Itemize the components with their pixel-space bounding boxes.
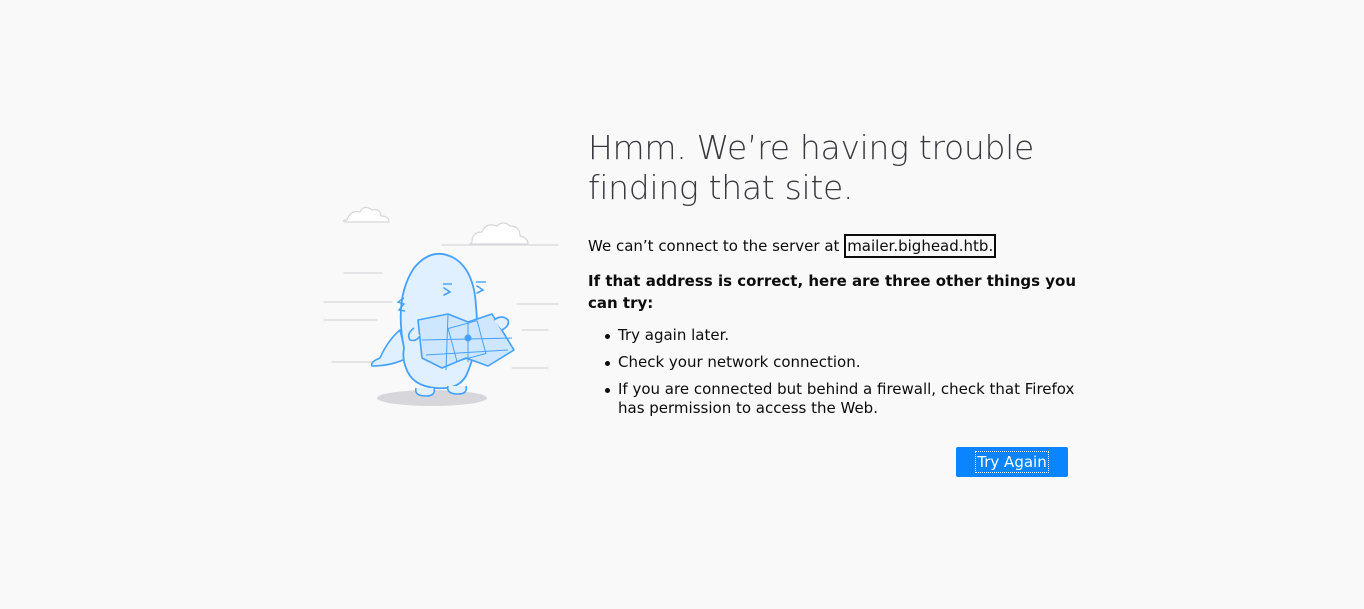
suggestions-title: If that address is correct, here are thr… [588, 272, 1077, 312]
try-again-label: Try Again [975, 451, 1049, 473]
server-host: mailer.bighead.htb. [844, 234, 997, 258]
suggestion-item: Check your network connection. [605, 353, 1078, 372]
error-page: Hmm. We’re having trouble finding that s… [0, 0, 1364, 609]
error-description: We can’t connect to the server at mailer… [588, 234, 1078, 258]
error-title: Hmm. We’re having trouble finding that s… [588, 128, 1035, 207]
error-description-text: We can’t connect to the server at [588, 237, 845, 255]
lost-dino-with-map-illustration [323, 206, 559, 406]
button-container: Try Again [956, 447, 1068, 477]
suggestion-item: Try again later. [605, 326, 1078, 345]
suggestions-list: Try again later. Check your network conn… [588, 326, 1078, 418]
error-content: Hmm. We’re having trouble finding that s… [588, 128, 1078, 426]
suggestion-item: If you are connected but behind a firewa… [605, 380, 1078, 418]
try-again-button[interactable]: Try Again [956, 447, 1068, 477]
